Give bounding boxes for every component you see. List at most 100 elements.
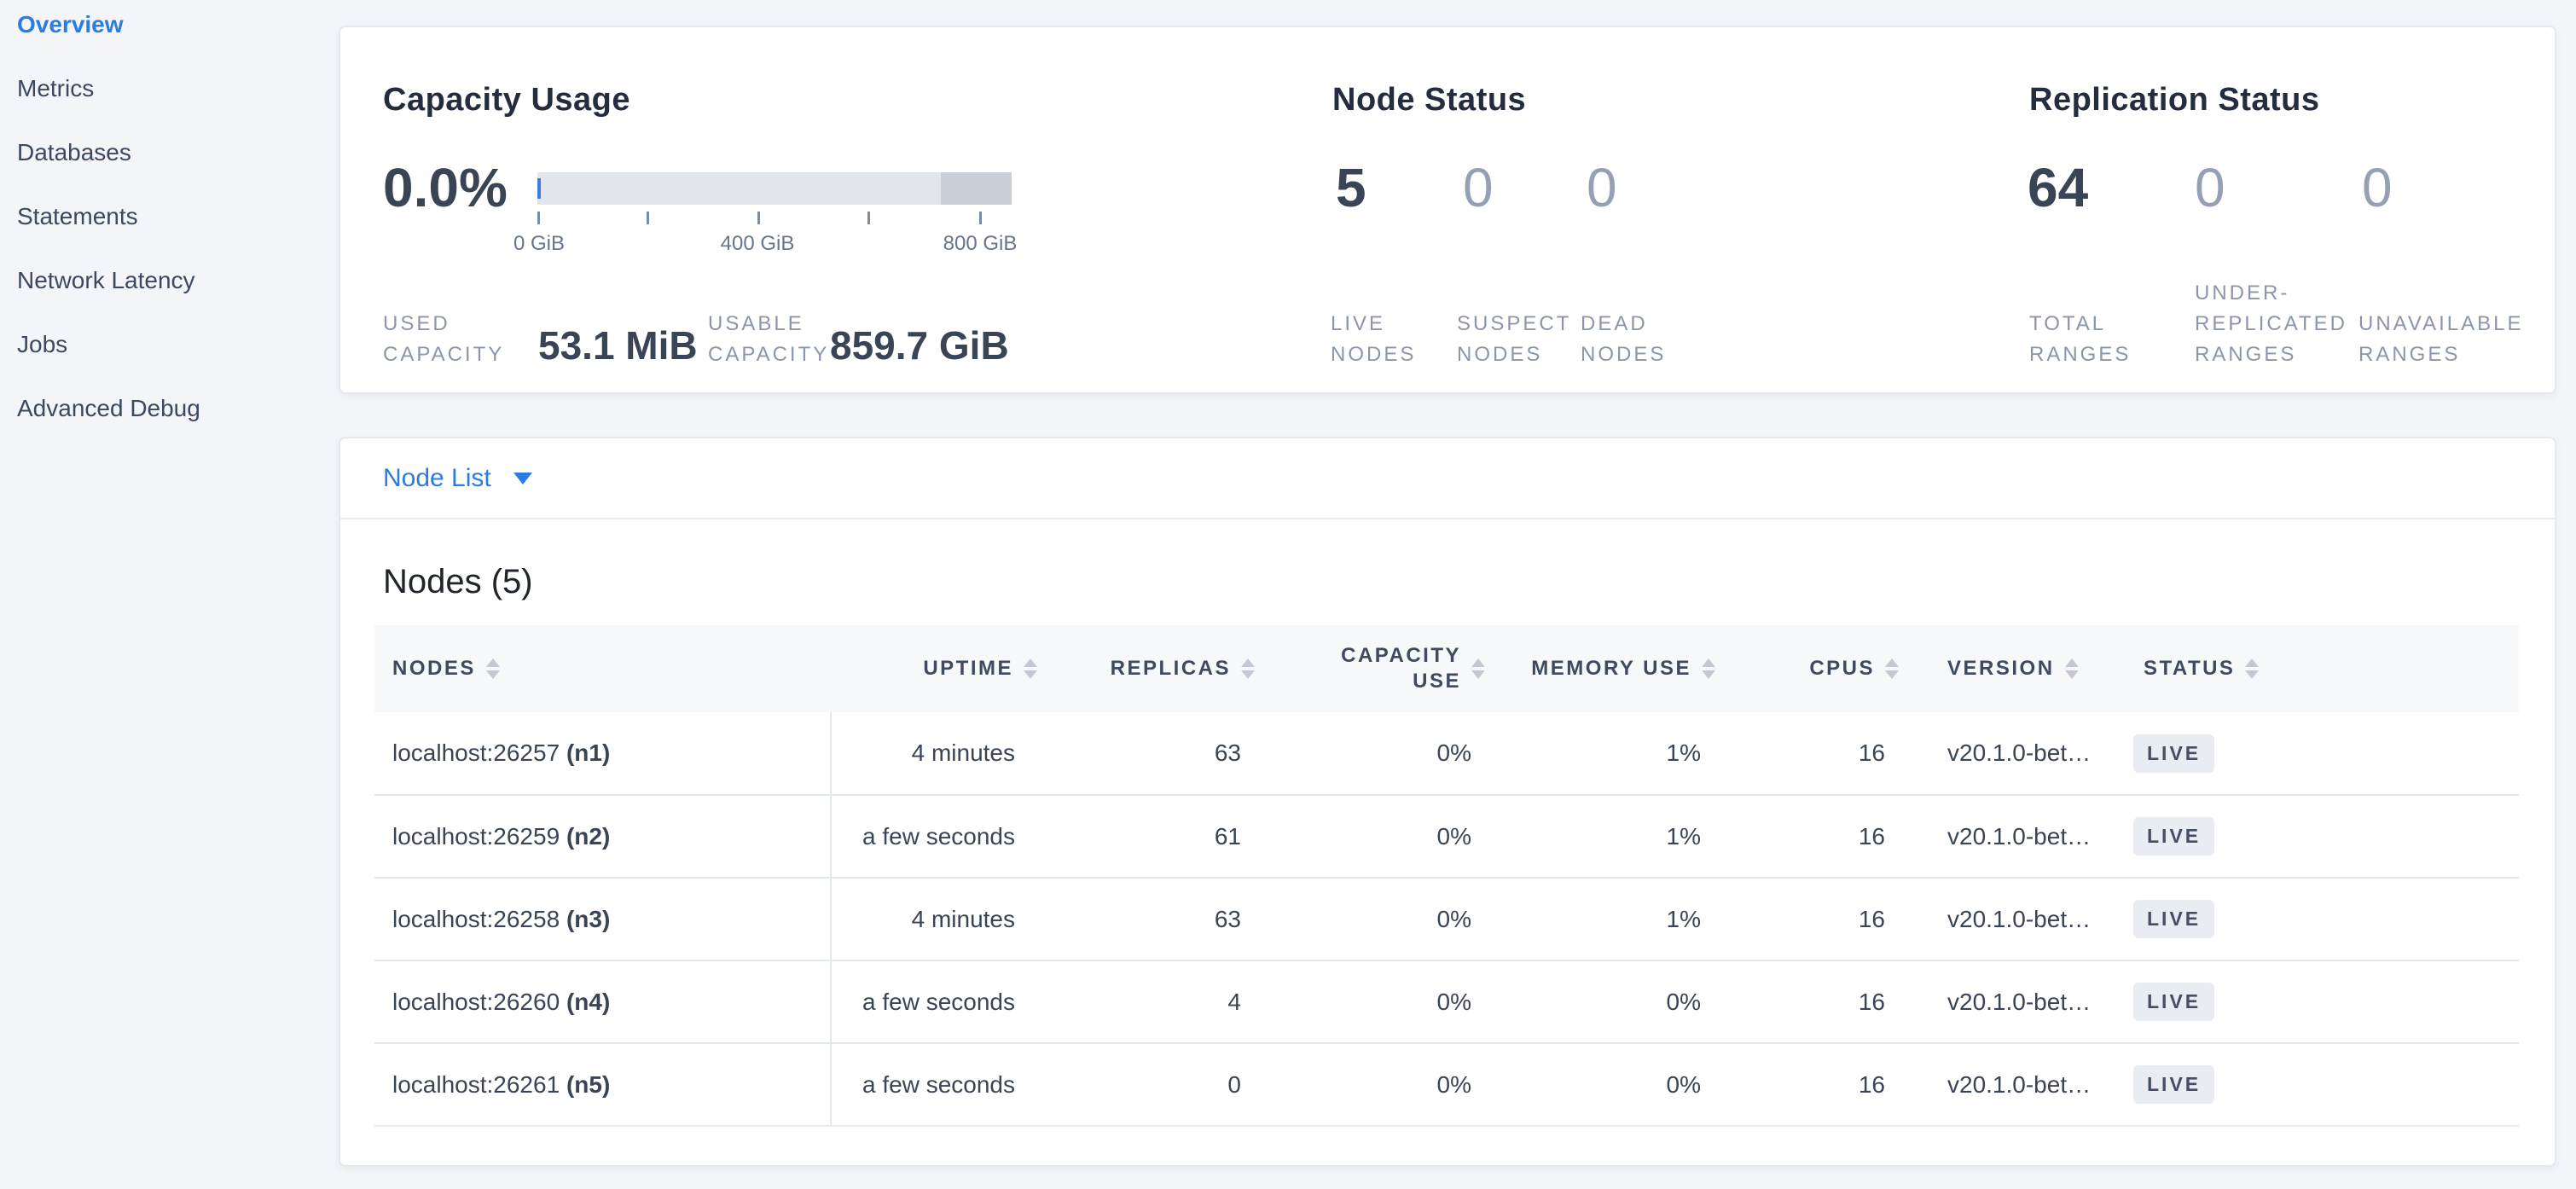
axis-label-800gib: 800 GiB bbox=[943, 232, 1018, 256]
memory-use-cell: 1% bbox=[1499, 712, 1729, 795]
sort-arrows-icon[interactable] bbox=[1471, 658, 1485, 679]
capacity-use-cell: 0% bbox=[1268, 795, 1499, 878]
main-content: Capacity Usage 0.0% 0 GiB 400 GiB 800 Gi… bbox=[339, 0, 2557, 1167]
column-header-replicas[interactable]: REPLICAS bbox=[1051, 625, 1268, 712]
capacity-usage-bar-chart bbox=[537, 172, 1012, 205]
usable-capacity-value: 859.7 GiB bbox=[830, 322, 1009, 368]
column-header-status[interactable]: STATUS bbox=[2109, 625, 2519, 712]
sort-arrows-icon[interactable] bbox=[1241, 658, 1255, 679]
node-address: localhost:26259 bbox=[392, 823, 566, 850]
node-address: localhost:26261 bbox=[392, 1071, 566, 1098]
node-id: (n2) bbox=[566, 823, 610, 850]
capacity-use-cell: 0% bbox=[1268, 712, 1499, 795]
column-header-nodes[interactable]: NODES bbox=[374, 625, 831, 712]
status-badge: LIVE bbox=[2133, 734, 2214, 773]
sort-arrows-icon[interactable] bbox=[2245, 658, 2259, 679]
replicas-cell: 61 bbox=[1051, 795, 1268, 878]
column-header-label: VERSION bbox=[1947, 656, 2055, 682]
unavailable-ranges-label: UNAVAILABLE RANGES bbox=[2358, 309, 2524, 370]
axis-tick-mark bbox=[537, 212, 540, 224]
uptime-cell: 4 minutes bbox=[831, 878, 1051, 960]
status-cell: LIVE bbox=[2109, 795, 2519, 878]
capacity-use-cell: 0% bbox=[1268, 1043, 1499, 1126]
sidebar-item-statements[interactable]: Statements bbox=[0, 202, 338, 231]
table-row[interactable]: localhost:26260 (n4)a few seconds40%0%16… bbox=[374, 960, 2519, 1043]
node-address-cell[interactable]: localhost:26261 (n5) bbox=[374, 1043, 831, 1126]
sidebar-item-overview[interactable]: Overview bbox=[0, 10, 338, 39]
table-row[interactable]: localhost:26258 (n3)4 minutes630%1%16v20… bbox=[374, 878, 2519, 960]
usable-capacity-label: USABLE CAPACITY bbox=[708, 309, 829, 370]
axis-tick-mark bbox=[979, 212, 982, 224]
cluster-summary-card: Capacity Usage 0.0% 0 GiB 400 GiB 800 Gi… bbox=[339, 26, 2556, 394]
column-header-uptime[interactable]: UPTIME bbox=[831, 625, 1051, 712]
version-cell: v20.1.0-bet… bbox=[1912, 795, 2109, 878]
node-address-cell[interactable]: localhost:26260 (n4) bbox=[374, 960, 831, 1043]
under-replicated-ranges-count: 0 bbox=[2195, 155, 2225, 220]
memory-use-cell: 0% bbox=[1499, 1043, 1729, 1126]
chevron-down-icon bbox=[513, 473, 532, 484]
sidebar-item-metrics[interactable]: Metrics bbox=[0, 74, 338, 103]
sidebar-item-advanced-debug[interactable]: Advanced Debug bbox=[0, 394, 338, 423]
sidebar-nav: Overview Metrics Databases Statements Networ… bbox=[0, 0, 338, 1189]
column-header-label: CAPACITY USE bbox=[1341, 643, 1461, 694]
node-address-cell[interactable]: localhost:26257 (n1) bbox=[374, 712, 831, 795]
cpus-cell: 16 bbox=[1729, 878, 1912, 960]
sidebar-item-jobs[interactable]: Jobs bbox=[0, 330, 338, 359]
status-cell: LIVE bbox=[2109, 1043, 2519, 1126]
node-address-cell[interactable]: localhost:26258 (n3) bbox=[374, 878, 831, 960]
suspect-nodes-label: SUSPECT NODES bbox=[1457, 309, 1571, 370]
column-header-label: UPTIME bbox=[923, 656, 1013, 682]
sort-arrows-icon[interactable] bbox=[1024, 658, 1037, 679]
status-badge: LIVE bbox=[2133, 900, 2214, 938]
column-header-version[interactable]: VERSION bbox=[1912, 625, 2109, 712]
column-header-memory-use[interactable]: MEMORY USE bbox=[1499, 625, 1729, 712]
replication-status-title: Replication Status bbox=[2029, 82, 2320, 119]
node-address-cell[interactable]: localhost:26259 (n2) bbox=[374, 795, 831, 878]
node-address: localhost:26258 bbox=[392, 906, 566, 932]
used-capacity-value: 53.1 MiB bbox=[538, 322, 698, 368]
capacity-bar-dark-segment bbox=[941, 172, 1012, 205]
node-id: (n3) bbox=[566, 906, 610, 932]
column-header-cpus[interactable]: CPUS bbox=[1729, 625, 1912, 712]
node-list-card: Node List Nodes (5) NODES UPTIME REPLICAS C… bbox=[339, 437, 2556, 1167]
column-header-label: REPLICAS bbox=[1111, 656, 1231, 682]
version-cell: v20.1.0-bet… bbox=[1912, 712, 2109, 795]
status-badge: LIVE bbox=[2133, 1065, 2214, 1104]
node-list-dropdown-label: Node List bbox=[383, 464, 491, 493]
sort-arrows-icon[interactable] bbox=[1702, 658, 1715, 679]
capacity-usage-title: Capacity Usage bbox=[383, 82, 630, 119]
sort-arrows-icon[interactable] bbox=[2065, 658, 2079, 679]
cpus-cell: 16 bbox=[1729, 960, 1912, 1043]
node-id: (n5) bbox=[566, 1071, 610, 1098]
capacity-used-percent: 0.0% bbox=[383, 155, 508, 220]
status-badge: LIVE bbox=[2133, 983, 2214, 1021]
axis-tick-mark bbox=[647, 212, 649, 224]
column-header-label: MEMORY USE bbox=[1531, 656, 1691, 682]
replicas-cell: 63 bbox=[1051, 878, 1268, 960]
node-list-dropdown[interactable]: Node List bbox=[383, 464, 532, 493]
uptime-cell: 4 minutes bbox=[831, 712, 1051, 795]
memory-use-cell: 1% bbox=[1499, 795, 1729, 878]
node-status-title: Node Status bbox=[1332, 82, 1526, 119]
replicas-cell: 63 bbox=[1051, 712, 1268, 795]
total-ranges-label: TOTAL RANGES bbox=[2029, 309, 2131, 370]
capacity-use-cell: 0% bbox=[1268, 960, 1499, 1043]
table-row[interactable]: localhost:26259 (n2)a few seconds610%1%1… bbox=[374, 795, 2519, 878]
table-row[interactable]: localhost:26261 (n5)a few seconds00%0%16… bbox=[374, 1043, 2519, 1126]
capacity-bar-used-indicator bbox=[537, 178, 541, 199]
sort-arrows-icon[interactable] bbox=[1885, 658, 1899, 679]
memory-use-cell: 1% bbox=[1499, 878, 1729, 960]
nodes-table-title: Nodes (5) bbox=[383, 563, 533, 601]
dead-nodes-label: DEAD NODES bbox=[1581, 309, 1666, 370]
axis-tick-mark bbox=[757, 212, 760, 224]
sidebar-item-databases[interactable]: Databases bbox=[0, 138, 338, 167]
column-header-capacity-use[interactable]: CAPACITY USE bbox=[1268, 625, 1499, 712]
table-row[interactable]: localhost:26257 (n1)4 minutes630%1%16v20… bbox=[374, 712, 2519, 795]
node-id: (n1) bbox=[566, 740, 610, 766]
sort-arrows-icon[interactable] bbox=[486, 658, 500, 679]
column-header-label: NODES bbox=[392, 656, 476, 682]
node-address: localhost:26257 bbox=[392, 740, 566, 766]
sidebar-item-network-latency[interactable]: Network Latency bbox=[0, 266, 338, 295]
replicas-cell: 4 bbox=[1051, 960, 1268, 1043]
total-ranges-count: 64 bbox=[2028, 155, 2088, 220]
